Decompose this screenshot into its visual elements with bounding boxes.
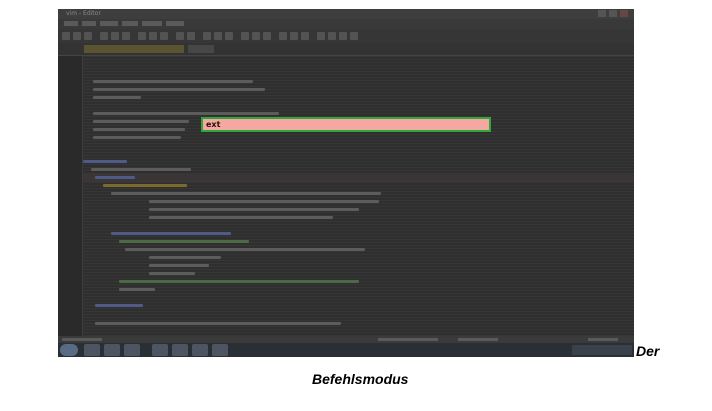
code-line bbox=[93, 136, 181, 139]
code-line bbox=[149, 208, 359, 211]
menu-bar bbox=[58, 19, 634, 29]
code-line bbox=[103, 184, 187, 187]
caption-line-2: Befehlsmodus bbox=[312, 371, 409, 387]
status-segment bbox=[62, 338, 102, 341]
status-segment bbox=[458, 338, 498, 341]
toolbar-button-icon[interactable] bbox=[100, 32, 108, 40]
code-line bbox=[91, 168, 191, 171]
toolbar-button-icon[interactable] bbox=[187, 32, 195, 40]
code-line bbox=[95, 304, 143, 307]
line-number-gutter bbox=[58, 56, 83, 336]
taskbar bbox=[58, 343, 634, 357]
caption-line-1: Der bbox=[636, 343, 660, 359]
app-icon[interactable] bbox=[124, 344, 140, 356]
buffer-tab-bar bbox=[58, 43, 634, 56]
app-icon-3[interactable] bbox=[212, 344, 228, 356]
toolbar-button-icon[interactable] bbox=[252, 32, 260, 40]
code-line bbox=[83, 160, 127, 163]
command-line-input[interactable]: ext bbox=[201, 117, 491, 132]
code-line bbox=[93, 120, 189, 123]
toolbar-button-icon[interactable] bbox=[317, 32, 325, 40]
toolbar-button-icon[interactable] bbox=[122, 32, 130, 40]
system-tray[interactable] bbox=[572, 345, 632, 355]
toolbar-button-icon[interactable] bbox=[176, 32, 184, 40]
code-line bbox=[149, 216, 333, 219]
toolbar-button-icon[interactable] bbox=[214, 32, 222, 40]
maximize-icon[interactable] bbox=[609, 10, 617, 17]
status-segment bbox=[378, 338, 438, 341]
code-line bbox=[119, 280, 359, 283]
code-line bbox=[149, 272, 195, 275]
toolbar-button-icon[interactable] bbox=[84, 32, 92, 40]
menu-item[interactable] bbox=[166, 21, 184, 26]
tab-buffer[interactable] bbox=[188, 45, 214, 53]
code-line bbox=[125, 248, 365, 251]
code-line bbox=[119, 240, 249, 243]
code-line bbox=[149, 200, 379, 203]
code-line bbox=[93, 88, 265, 91]
explorer-icon[interactable] bbox=[84, 344, 100, 356]
menu-item[interactable] bbox=[82, 21, 96, 26]
toolbar-button-icon[interactable] bbox=[138, 32, 146, 40]
menu-item[interactable] bbox=[122, 21, 138, 26]
status-bar bbox=[58, 336, 634, 343]
app-icon-2[interactable] bbox=[192, 344, 208, 356]
screenshot-frame: vim - Editor ext bbox=[58, 9, 634, 357]
toolbar-button-icon[interactable] bbox=[160, 32, 168, 40]
window-title: vim - Editor bbox=[66, 10, 101, 17]
code-line bbox=[149, 264, 209, 267]
status-segment bbox=[588, 338, 618, 341]
code-line bbox=[149, 256, 221, 259]
code-line bbox=[111, 232, 231, 235]
toolbar-button-icon[interactable] bbox=[225, 32, 233, 40]
chrome-icon[interactable] bbox=[172, 344, 188, 356]
minimize-icon[interactable] bbox=[598, 10, 606, 17]
code-line bbox=[119, 288, 155, 291]
toolbar-button-icon[interactable] bbox=[328, 32, 336, 40]
code-line bbox=[93, 128, 185, 131]
code-line bbox=[111, 192, 381, 195]
media-player-icon[interactable] bbox=[104, 344, 120, 356]
command-line-text: ext bbox=[206, 120, 221, 129]
toolbar-button-icon[interactable] bbox=[339, 32, 347, 40]
toolbar-button-icon[interactable] bbox=[111, 32, 119, 40]
code-line bbox=[95, 322, 341, 325]
menu-item[interactable] bbox=[64, 21, 78, 26]
toolbar-button-icon[interactable] bbox=[263, 32, 271, 40]
code-line bbox=[93, 80, 253, 83]
toolbar-button-icon[interactable] bbox=[350, 32, 358, 40]
toolbar bbox=[58, 29, 634, 43]
tab-active-buffer[interactable] bbox=[84, 45, 184, 53]
code-editor[interactable] bbox=[83, 56, 634, 336]
code-line bbox=[93, 112, 279, 115]
toolbar-button-icon[interactable] bbox=[73, 32, 81, 40]
toolbar-button-icon[interactable] bbox=[149, 32, 157, 40]
toolbar-button-icon[interactable] bbox=[62, 32, 70, 40]
close-icon[interactable] bbox=[620, 10, 628, 17]
code-line bbox=[95, 176, 135, 179]
toolbar-button-icon[interactable] bbox=[203, 32, 211, 40]
toolbar-button-icon[interactable] bbox=[290, 32, 298, 40]
browser-icon[interactable] bbox=[152, 344, 168, 356]
title-bar: vim - Editor bbox=[58, 9, 634, 19]
menu-item[interactable] bbox=[100, 21, 118, 26]
toolbar-button-icon[interactable] bbox=[301, 32, 309, 40]
menu-item[interactable] bbox=[142, 21, 162, 26]
toolbar-button-icon[interactable] bbox=[279, 32, 287, 40]
start-icon[interactable] bbox=[60, 344, 78, 356]
toolbar-button-icon[interactable] bbox=[241, 32, 249, 40]
code-line bbox=[93, 96, 141, 99]
